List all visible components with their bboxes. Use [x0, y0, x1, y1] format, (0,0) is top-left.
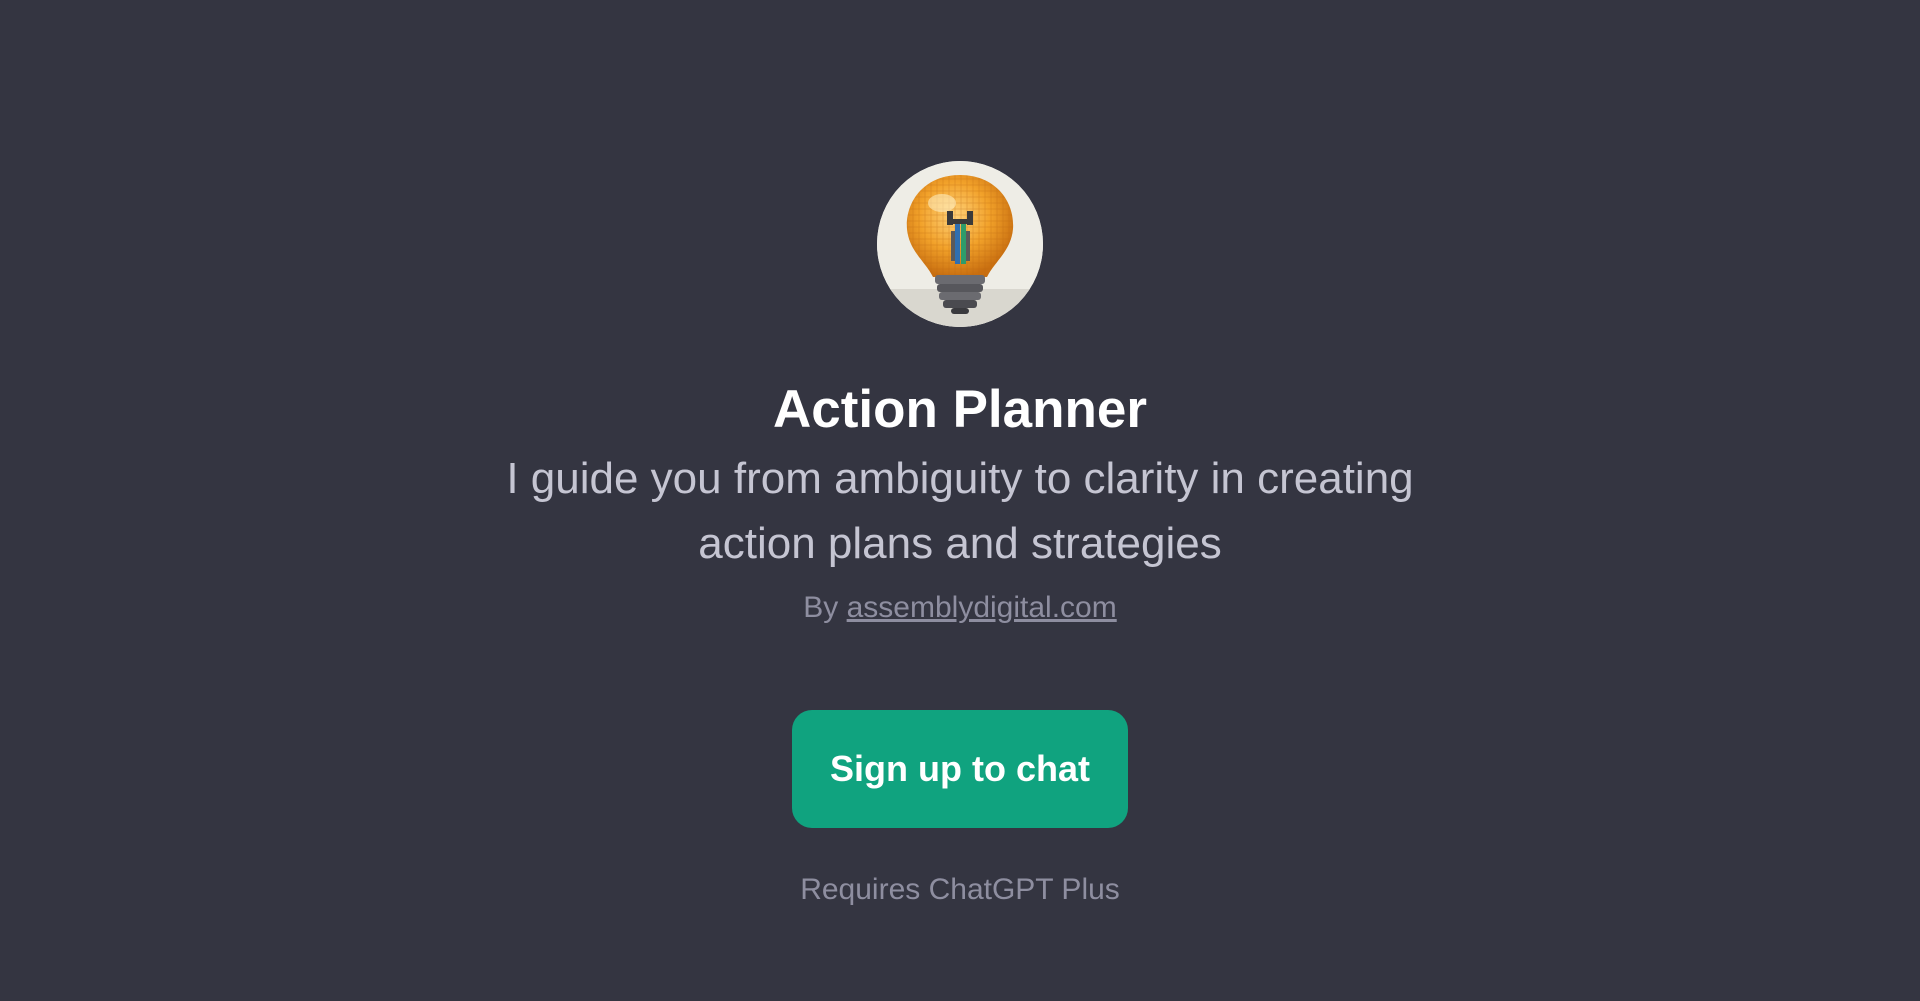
gpt-description: I guide you from ambiguity to clarity in… — [506, 454, 1414, 568]
requirement-note: Requires ChatGPT Plus — [800, 873, 1120, 906]
gpt-landing-page: Action Planner I guide you from ambiguit… — [0, 0, 1920, 1001]
sign-up-button[interactable]: Sign up to chat — [792, 710, 1128, 828]
by-label: By — [803, 591, 839, 624]
gpt-title: Action Planner — [772, 380, 1147, 439]
author-byline: By assemblydigital.com — [0, 588, 1920, 628]
author-link[interactable]: assemblydigital.com — [847, 591, 1117, 624]
lightbulb-icon — [877, 161, 1043, 327]
gpt-avatar — [877, 161, 1043, 327]
